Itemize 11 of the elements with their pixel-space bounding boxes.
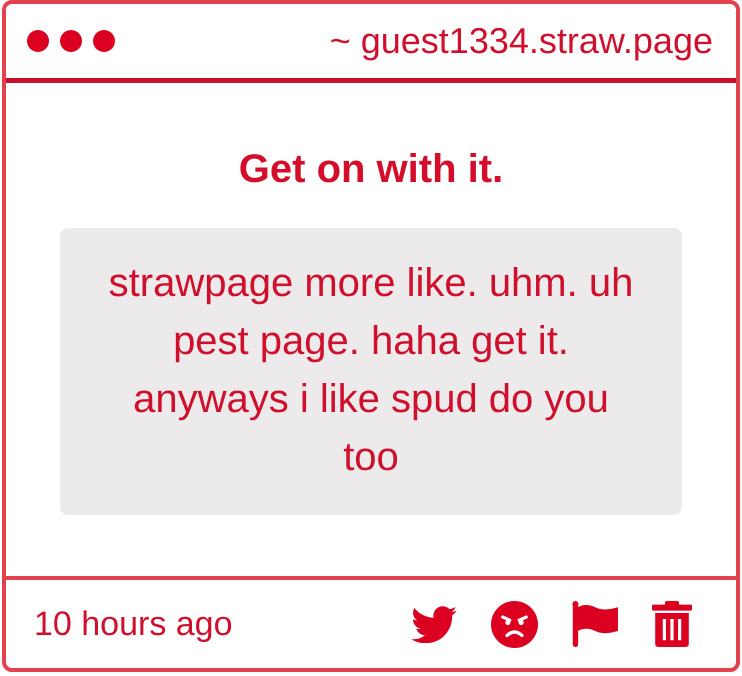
delete-icon[interactable] (652, 601, 692, 647)
page-url: ~ guest1334.straw.page (330, 20, 713, 62)
timestamp: 10 hours ago (34, 604, 232, 644)
bird-icon[interactable] (411, 605, 457, 643)
dot-icon (60, 30, 82, 52)
flag-icon[interactable] (572, 601, 618, 647)
message-text: strawpage more like. uhm. uh pest page. haha get it. anyways i like spud do you too (108, 260, 634, 481)
dot-icon (93, 30, 115, 52)
dot-icon (27, 30, 49, 52)
message-title: Get on with it. (238, 147, 504, 191)
angry-face-icon[interactable] (491, 600, 538, 648)
